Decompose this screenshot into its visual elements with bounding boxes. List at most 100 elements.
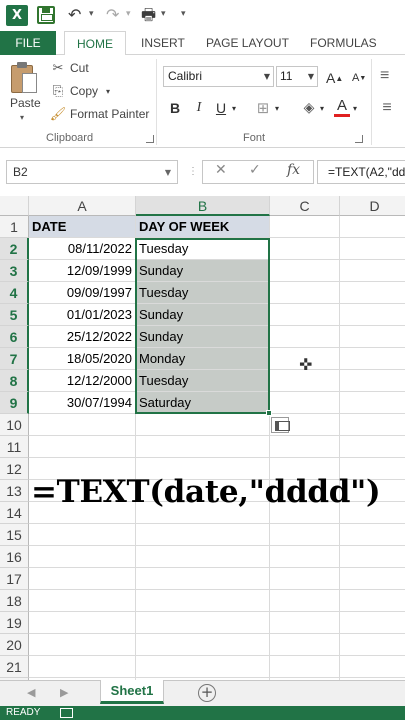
row-header-3[interactable]: 3 [0,260,29,282]
quick-analysis-icon[interactable] [271,417,290,433]
paste-dropdown-icon[interactable]: ▾ [20,113,24,122]
row-header-12[interactable]: 12 [0,458,29,480]
customize-toolbar-icon[interactable]: ▾ [181,9,186,19]
add-sheet-icon[interactable]: + [198,684,216,702]
fill-color-dropdown-icon[interactable]: ▾ [320,97,324,119]
cell-a6[interactable]: 25/12/2022 [29,326,136,348]
cell-a18[interactable] [29,590,136,612]
cell-c11[interactable] [270,436,340,458]
row-header-14[interactable]: 14 [0,502,29,524]
cell-a10[interactable] [29,414,136,436]
undo-icon[interactable]: ↶ [68,4,81,26]
row-header-15[interactable]: 15 [0,524,29,546]
column-header-a[interactable]: A [29,196,136,216]
row-header-7[interactable]: 7 [0,348,29,370]
cell-c21[interactable] [270,656,340,678]
cell-c3[interactable] [270,260,340,282]
insert-function-icon[interactable]: fx [287,162,300,178]
cell-d4[interactable] [340,282,405,304]
cell-a4[interactable]: 09/09/1997 [29,282,136,304]
row-header-19[interactable]: 19 [0,612,29,634]
paste-button[interactable]: Paste [10,96,41,110]
format-painter-button[interactable]: 🖌 Format Painter [50,105,150,123]
cell-c20[interactable] [270,634,340,656]
row-header-16[interactable]: 16 [0,546,29,568]
row-header-4[interactable]: 4 [0,282,29,304]
column-header-b[interactable]: B [136,196,270,216]
cell-c19[interactable] [270,612,340,634]
row-header-1[interactable]: 1 [0,216,29,238]
cell-c2[interactable] [270,238,340,260]
cell-b7[interactable]: Monday [136,348,270,370]
row-header-8[interactable]: 8 [0,370,29,392]
row-header-21[interactable]: 21 [0,656,29,678]
row-header-11[interactable]: 11 [0,436,29,458]
cell-c15[interactable] [270,524,340,546]
row-header-17[interactable]: 17 [0,568,29,590]
cell-b18[interactable] [136,590,270,612]
cell-c17[interactable] [270,568,340,590]
print-dropdown-icon[interactable]: ▾ [161,9,166,19]
underline-dropdown-icon[interactable]: ▾ [232,97,236,119]
cell-d7[interactable] [340,348,405,370]
cell-b6[interactable]: Sunday [136,326,270,348]
cell-d5[interactable] [340,304,405,326]
bold-button[interactable]: B [168,97,182,119]
cell-a3[interactable]: 12/09/1999 [29,260,136,282]
redo-icon[interactable]: ↷ [106,4,119,26]
font-size-select[interactable]: 11 ▼ [276,66,318,87]
print-preview-icon[interactable]: 🖶 [141,4,156,26]
cell-c4[interactable] [270,282,340,304]
cell-b4[interactable]: Tuesday [136,282,270,304]
undo-dropdown-icon[interactable]: ▾ [89,9,94,19]
fill-color-icon[interactable]: ◈ [300,97,318,119]
next-sheet-icon[interactable]: ▶ [60,686,68,699]
row-header-5[interactable]: 5 [0,304,29,326]
cell-b19[interactable] [136,612,270,634]
italic-button[interactable]: I [192,97,206,119]
column-header-d[interactable]: D [340,196,405,216]
tab-page-layout[interactable]: PAGE LAYOUT [206,31,289,55]
formula-input[interactable]: =TEXT(A2,"dddd") [317,160,405,184]
cell-a19[interactable] [29,612,136,634]
cell-d15[interactable] [340,524,405,546]
cell-a7[interactable]: 18/05/2020 [29,348,136,370]
cell-b17[interactable] [136,568,270,590]
cell-a15[interactable] [29,524,136,546]
cell-b21[interactable] [136,656,270,678]
clipboard-launcher-icon[interactable] [146,135,154,143]
paste-icon[interactable] [11,61,39,95]
align-top-icon[interactable]: ≡ [380,65,389,87]
cell-a16[interactable] [29,546,136,568]
cell-a11[interactable] [29,436,136,458]
cell-a21[interactable] [29,656,136,678]
cell-c5[interactable] [270,304,340,326]
cell-d9[interactable] [340,392,405,414]
redo-dropdown-icon[interactable]: ▾ [126,9,131,19]
row-header-18[interactable]: 18 [0,590,29,612]
cell-d8[interactable] [340,370,405,392]
cell-d3[interactable] [340,260,405,282]
save-icon[interactable] [37,6,55,24]
cell-c1[interactable] [270,216,340,238]
font-launcher-icon[interactable] [355,135,363,143]
cell-b16[interactable] [136,546,270,568]
cell-d20[interactable] [340,634,405,656]
cell-b9[interactable]: Saturday [136,392,270,414]
cell-c9[interactable] [270,392,340,414]
cell-d21[interactable] [340,656,405,678]
copy-button[interactable]: ⎘ Copy ▾ [50,82,110,100]
cell-d18[interactable] [340,590,405,612]
cell-b8[interactable]: Tuesday [136,370,270,392]
cell-b15[interactable] [136,524,270,546]
cell-a9[interactable]: 30/07/1994 [29,392,136,414]
row-header-6[interactable]: 6 [0,326,29,348]
cell-d11[interactable] [340,436,405,458]
cell-d10[interactable] [340,414,405,436]
enter-icon[interactable]: ✓ [249,162,261,178]
cell-d19[interactable] [340,612,405,634]
increase-font-size-button[interactable]: A ▲ [326,67,343,89]
cell-a1[interactable]: DATE [29,216,136,238]
font-name-select[interactable]: Calibri ▼ [163,66,274,87]
tab-home[interactable]: HOME [64,31,126,56]
